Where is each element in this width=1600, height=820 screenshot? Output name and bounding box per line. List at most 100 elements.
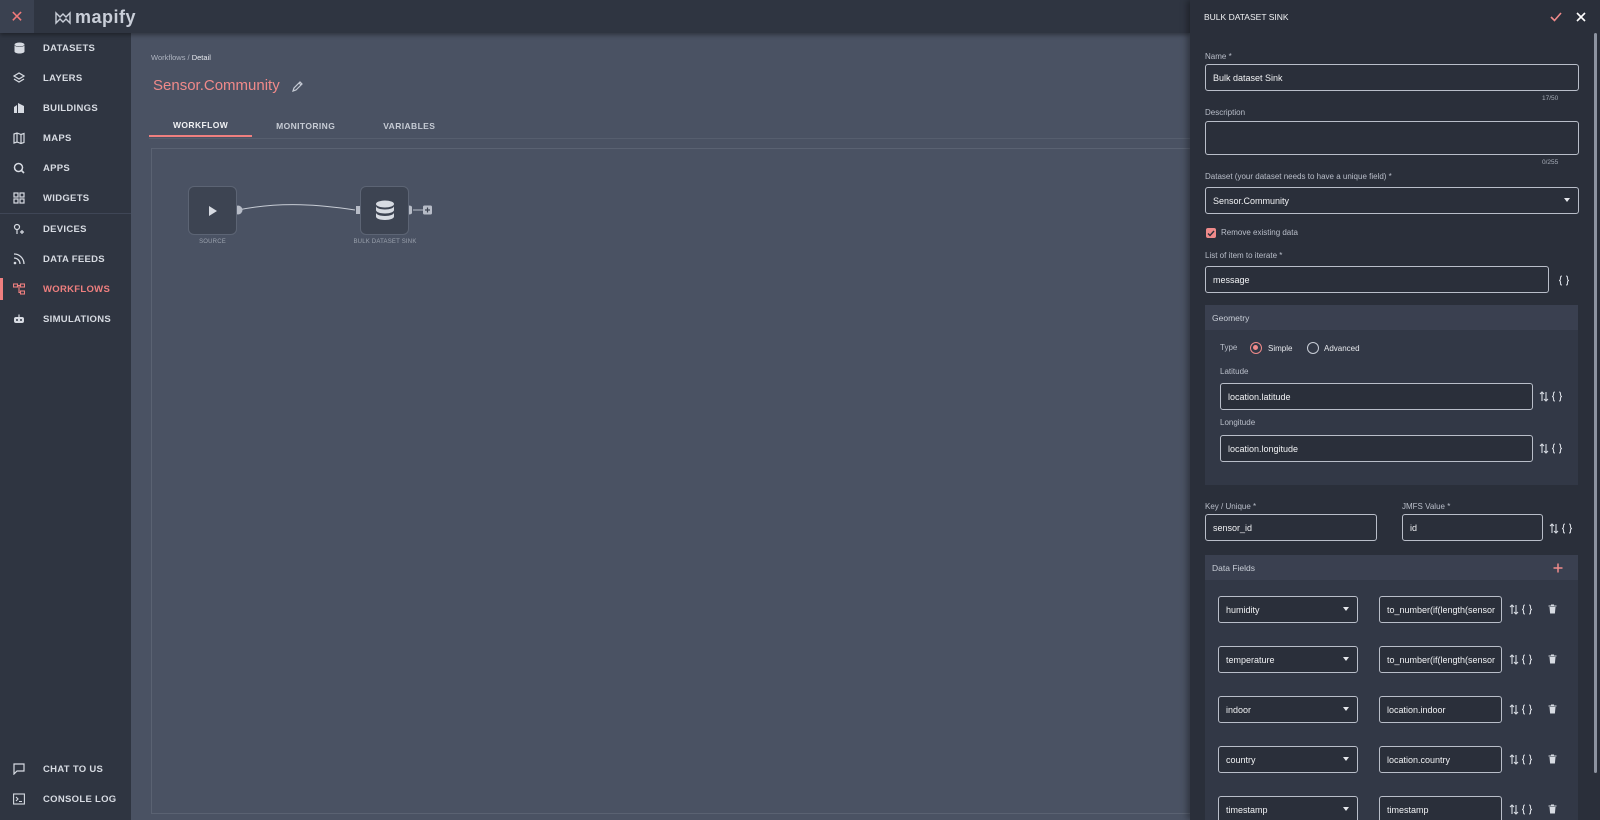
trash-icon[interactable] [1545, 652, 1559, 666]
expression-braces-icon[interactable] [1560, 521, 1574, 535]
source-node[interactable] [188, 186, 237, 235]
sidebar-item-widgets[interactable]: WIDGETS [0, 183, 131, 213]
workflow-canvas[interactable]: SOURCE BULK DATASET SINK [151, 148, 1191, 814]
sidebar-nav: DATASETS LAYERS BUILDINGS MAPS APPS WIDG… [0, 33, 131, 334]
sidebar-item-label: DATASETS [43, 42, 96, 54]
sidebar-item-label: LAYERS [43, 72, 83, 84]
panel-scrollbar[interactable] [1594, 33, 1597, 773]
sidebar-item-label: BUILDINGS [43, 102, 98, 114]
geometry-section-title: Geometry [1205, 305, 1578, 330]
data-field-select[interactable]: timestamp [1218, 796, 1358, 820]
data-field-value-input[interactable]: to_number(if(length(sensor [1379, 596, 1502, 623]
add-field-plus-icon[interactable] [1551, 561, 1565, 575]
trash-icon[interactable] [1545, 602, 1559, 616]
geometry-simple-radio[interactable] [1250, 342, 1262, 354]
swap-arrows-icon[interactable] [1537, 441, 1551, 455]
sidebar-item-layers[interactable]: LAYERS [0, 63, 131, 93]
breadcrumb-workflows-link[interactable]: Workflows [151, 53, 185, 62]
tabs-divider [149, 138, 1191, 139]
confirm-check-icon[interactable] [1550, 11, 1562, 22]
sidebar-item-buildings[interactable]: BUILDINGS [0, 93, 131, 123]
expression-braces-icon[interactable] [1550, 441, 1564, 455]
geometry-advanced-radio[interactable] [1307, 342, 1319, 354]
swap-arrows-icon[interactable] [1507, 602, 1521, 616]
workflow-icon [12, 282, 26, 296]
data-field-select[interactable]: temperature [1218, 646, 1358, 673]
sidebar-item-simulations[interactable]: SIMULATIONS [0, 304, 131, 334]
sidebar-bottom: CHAT TO US CONSOLE LOG [0, 754, 131, 814]
sidebar-item-label: CHAT TO US [43, 763, 104, 775]
expression-braces-icon[interactable] [1520, 752, 1534, 766]
database-icon [375, 200, 394, 220]
main-content: Workflows / Detail Sensor.Community WORK… [131, 33, 1191, 820]
building-icon [12, 101, 26, 115]
bulk-dataset-sink-node[interactable] [360, 186, 409, 235]
chevron-down-icon [1564, 198, 1570, 202]
output-connector [413, 205, 432, 215]
data-field-select[interactable]: indoor [1218, 696, 1358, 723]
swap-arrows-icon[interactable] [1507, 802, 1521, 816]
geometry-type-label: Type [1220, 343, 1238, 352]
sidebar-item-maps[interactable]: MAPS [0, 123, 131, 153]
expression-braces-icon[interactable] [1520, 802, 1534, 816]
longitude-input[interactable]: location.longitude [1220, 435, 1533, 462]
expression-braces-icon[interactable] [1550, 389, 1564, 403]
edit-pencil-icon[interactable] [291, 80, 304, 92]
data-field-value-input[interactable]: to_number(if(length(sensor [1379, 646, 1502, 673]
dataset-selected-value: Sensor.Community [1213, 195, 1290, 206]
layers-icon [12, 71, 26, 85]
trash-icon[interactable] [1545, 702, 1559, 716]
latitude-input[interactable]: location.latitude [1220, 383, 1533, 410]
sidebar: DATASETS LAYERS BUILDINGS MAPS APPS WIDG… [0, 0, 131, 820]
logo[interactable]: mapify [55, 7, 136, 28]
tab-variables[interactable]: VARIABLES [359, 115, 459, 137]
expression-braces-icon[interactable] [1520, 702, 1534, 716]
dataset-select[interactable]: Sensor.Community [1205, 187, 1579, 214]
sidebar-item-workflows[interactable]: WORKFLOWS [0, 274, 131, 304]
name-input[interactable]: Bulk dataset Sink [1205, 64, 1579, 91]
widgets-icon [12, 191, 26, 205]
iterate-input[interactable]: message [1205, 266, 1549, 293]
expression-braces-icon[interactable] [1520, 602, 1534, 616]
trash-icon[interactable] [1545, 752, 1559, 766]
panel-header: BULK DATASET SINK [1190, 0, 1600, 33]
swap-arrows-icon[interactable] [1537, 389, 1551, 403]
remove-existing-checkbox[interactable] [1206, 228, 1216, 238]
swap-arrows-icon[interactable] [1547, 521, 1561, 535]
swap-arrows-icon[interactable] [1507, 652, 1521, 666]
iterate-label: List of item to iterate * [1205, 251, 1283, 260]
close-panel-icon[interactable] [1576, 11, 1586, 22]
tabs: WORKFLOW MONITORING VARIABLES [149, 115, 459, 137]
jmfs-input[interactable]: id [1402, 514, 1543, 541]
page-title-row: Sensor.Community [153, 77, 304, 94]
tab-monitoring[interactable]: MONITORING [252, 115, 359, 137]
expression-braces-icon[interactable] [1557, 273, 1571, 287]
tab-workflow[interactable]: WORKFLOW [149, 115, 253, 137]
sidebar-item-data-feeds[interactable]: DATA FEEDS [0, 244, 131, 274]
source-node-label: SOURCE [199, 239, 226, 245]
key-label: Key / Unique * [1205, 502, 1257, 511]
description-input[interactable] [1205, 121, 1579, 155]
trash-icon[interactable] [1545, 802, 1559, 816]
data-fields-section: Data Fields [1205, 555, 1578, 820]
data-field-value-input[interactable]: location.country [1379, 746, 1502, 773]
data-field-select[interactable]: country [1218, 746, 1358, 773]
sidebar-item-console-log[interactable]: CONSOLE LOG [0, 784, 131, 814]
sidebar-item-datasets[interactable]: DATASETS [0, 33, 131, 63]
sidebar-item-apps[interactable]: APPS [0, 153, 131, 183]
expression-braces-icon[interactable] [1520, 652, 1534, 666]
longitude-label: Longitude [1220, 418, 1256, 427]
sidebar-item-chat[interactable]: CHAT TO US [0, 754, 131, 784]
database-icon [12, 41, 26, 55]
sidebar-item-devices[interactable]: DEVICES [0, 214, 131, 244]
swap-arrows-icon[interactable] [1507, 702, 1521, 716]
data-field-value-input[interactable]: location.indoor [1379, 696, 1502, 723]
close-app-button[interactable]: ✕ [0, 0, 34, 33]
latitude-label: Latitude [1220, 367, 1249, 376]
key-input[interactable]: sensor_id [1205, 514, 1377, 541]
data-field-select[interactable]: humidity [1218, 596, 1358, 623]
description-counter: 0/255 [1542, 159, 1559, 166]
description-label: Description [1205, 108, 1246, 117]
data-field-value-input[interactable]: timestamp [1379, 796, 1502, 820]
swap-arrows-icon[interactable] [1507, 752, 1521, 766]
